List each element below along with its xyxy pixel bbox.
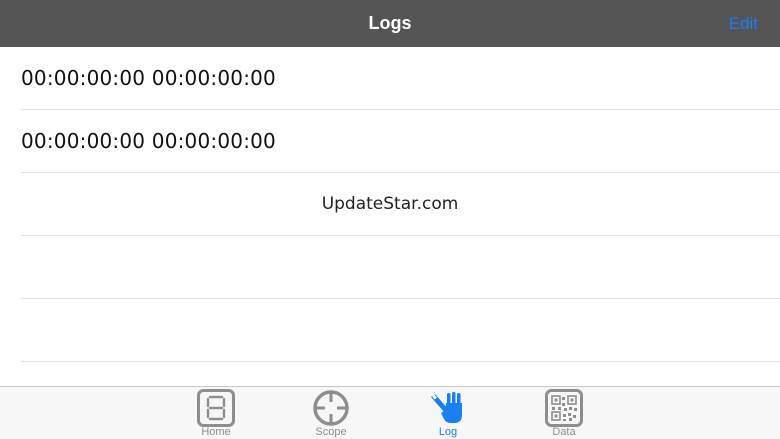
watermark-text: UpdateStar.com <box>321 194 459 214</box>
log-row[interactable]: 00:00:00:00 00:00:00:00 <box>21 47 780 110</box>
qr-code-icon <box>545 389 583 427</box>
empty-row <box>21 236 780 299</box>
empty-row: UpdateStar.com <box>21 173 780 236</box>
logs-list: 00:00:00:00 00:00:00:00 00:00:00:00 00:0… <box>0 47 780 362</box>
tab-log[interactable]: Log <box>408 387 488 439</box>
seven-segment-icon <box>197 389 235 427</box>
tab-label: Scope <box>315 426 347 438</box>
log-entry-text: 00:00:00:00 00:00:00:00 <box>21 129 276 153</box>
app-window: Logs Edit 00:00:00:00 00:00:00:00 00:00:… <box>0 0 780 439</box>
page-title: Logs <box>368 13 412 33</box>
hand-pencil-icon <box>431 392 462 423</box>
tab-scope[interactable]: Scope <box>291 387 371 439</box>
tab-home[interactable]: Home <box>176 387 256 439</box>
tab-label: Log <box>438 426 458 438</box>
tab-label: Home <box>201 426 231 438</box>
tab-bar: Home Scope Log Data <box>0 386 780 439</box>
empty-row <box>21 299 780 362</box>
log-row[interactable]: 00:00:00:00 00:00:00:00 <box>21 110 780 173</box>
log-entry-text: 00:00:00:00 00:00:00:00 <box>21 66 276 90</box>
navigation-bar: Logs Edit <box>0 0 780 47</box>
tab-label: Data <box>552 426 576 438</box>
edit-button[interactable]: Edit <box>729 0 758 47</box>
crosshair-icon <box>313 390 349 426</box>
tab-data[interactable]: Data <box>524 387 604 439</box>
